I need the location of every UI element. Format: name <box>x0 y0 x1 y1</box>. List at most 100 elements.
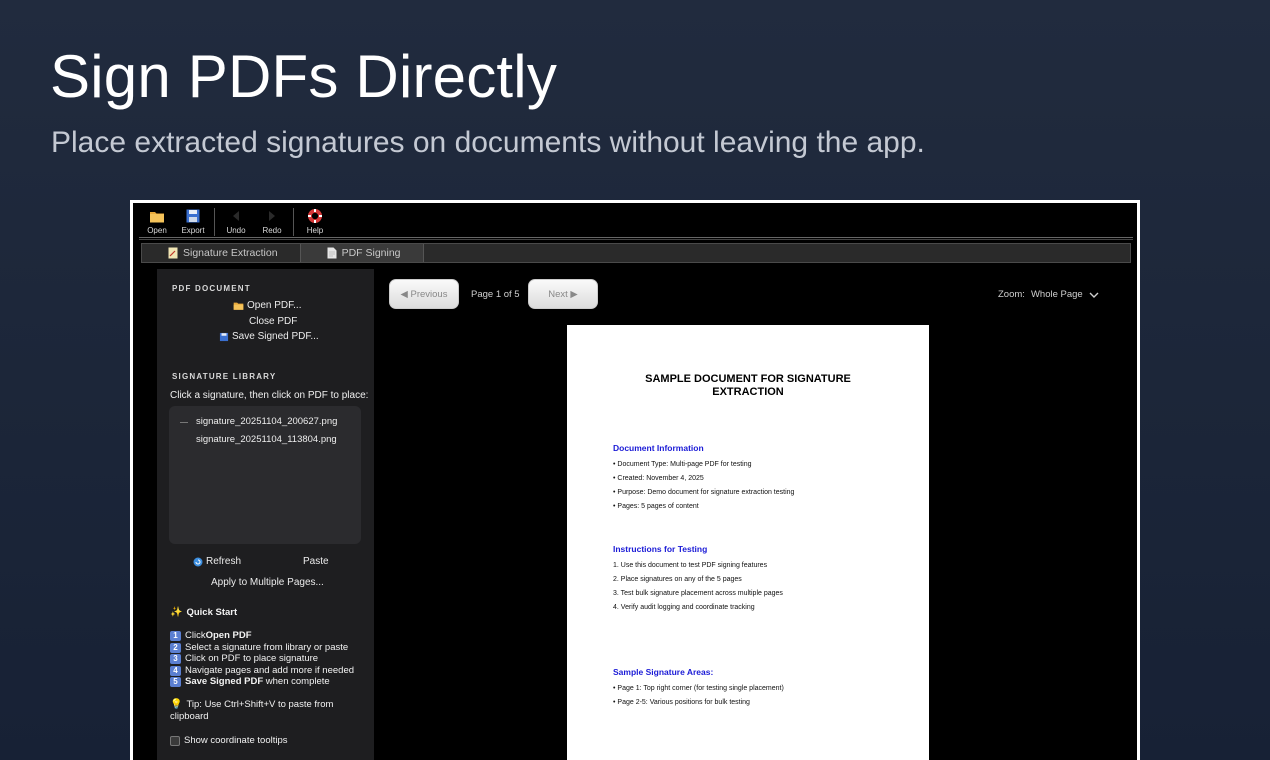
tip-line-continued: clipboard <box>170 711 209 722</box>
open-pdf-button[interactable]: Open PDF... <box>233 300 301 311</box>
signature-item[interactable]: signature_20251104_200627.png <box>196 416 337 427</box>
apply-multiple-label: Apply to Multiple Pages... <box>211 577 324 588</box>
help-button[interactable]: Help <box>297 206 333 238</box>
open-label: Open <box>147 226 167 235</box>
document-info-heading: Document Information <box>613 443 704 453</box>
instructions-heading: Instructions for Testing <box>613 544 708 554</box>
sidebar: PDF DOCUMENT Open PDF... Close PDF Save … <box>157 269 374 760</box>
number-4-icon: 4 <box>170 665 181 676</box>
sparkles-icon: ✨ <box>170 607 183 618</box>
checkbox[interactable] <box>170 735 180 746</box>
quick-start-title-text: Quick Start <box>186 607 238 618</box>
toolbar: Open Export Undo Redo Help <box>139 206 1129 240</box>
document-line: • Purpose: Demo document for signature e… <box>613 489 795 496</box>
document-line: 4. Verify audit logging and coordinate t… <box>613 604 755 611</box>
toolbar-separator <box>293 208 294 236</box>
apply-multiple-pages-button[interactable]: Apply to Multiple Pages... <box>211 577 324 588</box>
quick-start-title: ✨ Quick Start <box>170 607 237 618</box>
hero-title: Sign PDFs Directly <box>50 43 558 110</box>
refresh-button[interactable]: Refresh <box>193 556 241 567</box>
export-label: Export <box>181 226 205 235</box>
paste-label: Paste <box>303 556 329 567</box>
show-tooltips-label: Show coordinate tooltips <box>184 735 288 746</box>
signature-areas-heading: Sample Signature Areas: <box>613 667 714 677</box>
document-icon <box>327 247 337 259</box>
save-icon <box>186 209 200 223</box>
show-tooltips-toggle[interactable]: Show coordinate tooltips <box>170 735 288 746</box>
number-1-icon: 1 <box>170 630 181 641</box>
help-label: Help <box>306 226 324 235</box>
document-line: • Created: November 4, 2025 <box>613 475 704 482</box>
step-text: Navigate pages and add more if needed <box>185 665 355 676</box>
tab-label: Signature Extraction <box>183 247 278 259</box>
save-signed-label: Save Signed PDF... <box>232 331 319 342</box>
pdf-page[interactable]: SAMPLE DOCUMENT FOR SIGNATURE EXTRACTION… <box>567 325 929 760</box>
folder-icon <box>233 302 244 310</box>
previous-button[interactable]: ◀ Previous <box>389 279 459 309</box>
lightbulb-icon: 💡 <box>170 699 183 710</box>
document-line: 2. Place signatures on any of the 5 page… <box>613 576 742 583</box>
document-line: 3. Test bulk signature placement across … <box>613 590 783 597</box>
step-bold-text: Open PDF <box>205 630 252 641</box>
quick-start-step-5: 5 Save Signed PDF when complete <box>170 676 330 687</box>
document-title-line-2: EXTRACTION <box>712 386 784 398</box>
next-button[interactable]: Next ▶ <box>528 279 598 309</box>
undo-button[interactable]: Undo <box>218 206 254 238</box>
tip-line: 💡 Tip: Use Ctrl+Shift+V to paste from <box>170 699 333 710</box>
document-line: • Page 2-5: Various positions for bulk t… <box>613 699 750 706</box>
zoom-value: Whole Page <box>1030 289 1083 300</box>
signature-library-header: SIGNATURE LIBRARY <box>172 372 277 381</box>
tip-text: Tip: Use Ctrl+Shift+V to paste from <box>186 699 334 710</box>
step-text: Select a signature from library or paste <box>185 642 349 653</box>
pencil-doc-icon <box>168 247 178 259</box>
refresh-label: Refresh <box>206 556 242 567</box>
step-text: Click on PDF to place signature <box>185 653 319 664</box>
quick-start-step-2: 2 Select a signature from library or pas… <box>170 642 348 653</box>
document-line: 1. Use this document to test PDF signing… <box>613 562 768 569</box>
document-line: • Pages: 5 pages of content <box>613 503 699 510</box>
tab-bar: Signature Extraction PDF Signing <box>141 243 1131 263</box>
quick-start-step-3: 3 Click on PDF to place signature <box>170 653 318 664</box>
export-button[interactable]: Export <box>175 206 211 238</box>
zoom-select[interactable]: Zoom: Whole Page <box>998 289 1099 300</box>
number-2-icon: 2 <box>170 642 181 653</box>
tab-label: PDF Signing <box>341 247 401 259</box>
document-line: • Page 1: Top right corner (for testing … <box>613 685 784 692</box>
pdf-document-header: PDF DOCUMENT <box>172 284 251 293</box>
undo-label: Undo <box>226 226 246 235</box>
save-signed-pdf-button[interactable]: Save Signed PDF... <box>219 331 319 342</box>
quick-start-step-1: 1 Click Open PDF <box>170 630 252 641</box>
number-3-icon: 3 <box>170 653 181 664</box>
paste-button[interactable]: Paste <box>303 556 329 567</box>
hero-subtitle: Place extracted signatures on documents … <box>51 126 925 159</box>
chevron-down-icon <box>1089 292 1099 298</box>
refresh-icon <box>193 557 203 566</box>
redo-button[interactable]: Redo <box>254 206 290 238</box>
step-bold-text: Save Signed PDF <box>185 676 264 687</box>
toolbar-separator <box>214 208 215 236</box>
close-pdf-label: Close PDF <box>249 316 298 327</box>
close-pdf-button[interactable]: Close PDF <box>249 316 297 327</box>
app-window: Open Export Undo Redo Help Signature Ext… <box>130 200 1140 760</box>
tab-signature-extraction[interactable]: Signature Extraction <box>142 244 301 262</box>
redo-label: Redo <box>262 226 282 235</box>
open-pdf-label: Open PDF... <box>247 300 302 311</box>
step-text: when complete <box>263 676 330 687</box>
zoom-label: Zoom: <box>998 289 1025 300</box>
document-title-line-1: SAMPLE DOCUMENT FOR SIGNATURE <box>645 373 851 385</box>
signature-list[interactable]: signature_20251104_200627.png signature_… <box>169 406 361 544</box>
number-5-icon: 5 <box>170 676 181 687</box>
document-line: • Document Type: Multi-page PDF for test… <box>613 461 752 468</box>
step-text: Click <box>185 630 206 641</box>
page-indicator: Page 1 of 5 <box>471 289 520 300</box>
folder-icon <box>150 212 164 223</box>
undo-icon <box>233 211 239 221</box>
quick-start-step-4: 4 Navigate pages and add more if needed <box>170 665 354 676</box>
tab-pdf-signing[interactable]: PDF Signing <box>300 244 424 262</box>
open-button[interactable]: Open <box>139 206 175 238</box>
signature-item[interactable]: signature_20251104_113804.png <box>196 434 337 445</box>
toolbar-divider <box>139 237 1133 240</box>
redo-icon <box>269 211 275 221</box>
library-hint: Click a signature, then click on PDF to … <box>170 390 369 401</box>
save-icon <box>219 332 229 341</box>
